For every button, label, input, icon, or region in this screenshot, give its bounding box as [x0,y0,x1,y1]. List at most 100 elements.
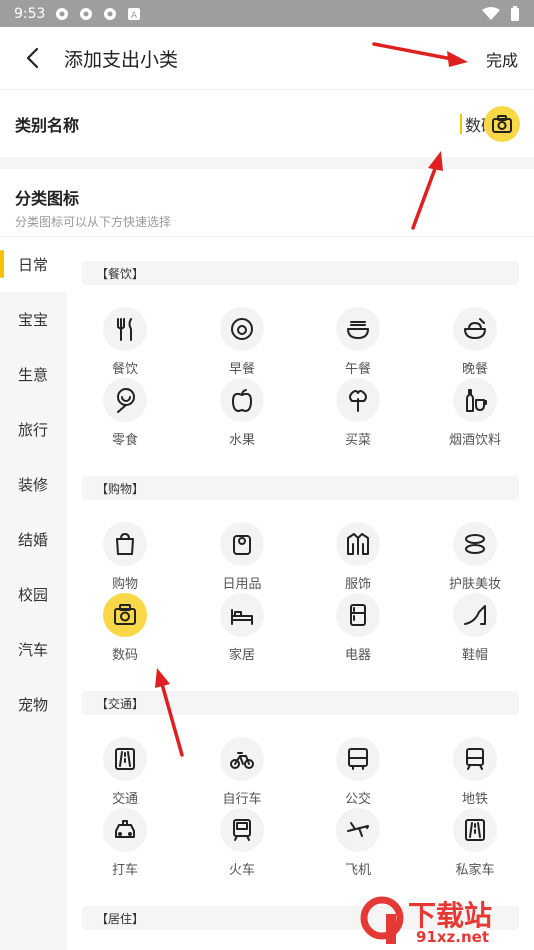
icon-label: 晚餐 [461,362,488,377]
chevron-left-icon [26,47,39,69]
icon-circle [103,808,147,852]
icon-label: 购物 [111,577,138,592]
taxi-icon [115,820,135,838]
category-sidebar: 日常 宝宝 生意 旅行 装修 结婚 校园 汽车 宠物 [0,237,67,950]
icon-label: 自行车 [222,792,262,807]
site-watermark: 下载站 91xz.net [356,892,534,950]
shopping-bag-icon [116,533,134,555]
category-icon-cell[interactable]: 数码 [80,593,170,663]
icon-circle [453,522,497,566]
category-icon-cell[interactable]: 烟酒饮料 [430,378,520,448]
wifi-icon [482,6,500,20]
icon-label: 护肤美妆 [448,577,501,592]
tissue-roll-icon [233,535,251,555]
icon-label: 飞机 [344,863,371,878]
category-icon-cell[interactable]: 零食 [80,378,170,448]
icon-label: 家居 [228,648,255,663]
fork-knife-icon [117,318,132,341]
category-icon-cell[interactable]: 公交 [313,737,403,807]
category-icon-cell[interactable]: 水果 [197,378,287,448]
sidebar-item-8[interactable]: 宠物 [0,677,67,732]
category-icon-cell[interactable]: 早餐 [197,307,287,377]
group-header: 【餐饮】 [82,261,519,285]
icon-circle [453,593,497,637]
custom-icon-button[interactable] [484,106,520,142]
icon-circle [103,522,147,566]
bottle-cup-icon [466,389,487,412]
category-icon-cell[interactable]: 买菜 [313,378,403,448]
category-icon-cell[interactable]: 交通 [80,737,170,807]
category-icon-cell[interactable]: 打车 [80,808,170,878]
category-icon-cell[interactable]: 飞机 [313,808,403,878]
sidebar-item-1[interactable]: 宝宝 [0,292,67,347]
top-app-bar: 添加支出小类 完成 [0,27,534,89]
icon-label: 买菜 [344,433,371,448]
category-icon-cell[interactable]: 午餐 [313,307,403,377]
icon-label: 公交 [344,792,371,807]
category-icon-cell[interactable]: 电器 [313,593,403,663]
sidebar-item-7[interactable]: 汽车 [0,622,67,677]
icon-label: 私家车 [455,863,495,878]
sidebar-item-4[interactable]: 装修 [0,457,67,512]
sidebar-item-5[interactable]: 结婚 [0,512,67,567]
icon-circle [220,522,264,566]
sidebar-item-0[interactable]: 日常 [0,237,67,292]
camera-icon [114,604,136,625]
back-button[interactable] [0,27,64,89]
sidebar-item-3[interactable]: 旅行 [0,402,67,457]
icon-label: 水果 [228,433,255,448]
icon-section-subtitle: 分类图标可以从下方快速选择 [15,215,172,229]
category-icon-cell[interactable]: 家居 [197,593,287,663]
subway-icon [466,748,484,770]
status-bar: 9:53 A [0,0,534,27]
app-notification-icon [104,7,117,20]
icon-label: 数码 [111,648,138,663]
bicycle-icon [230,752,254,769]
sidebar-item-2[interactable]: 生意 [0,347,67,402]
noodle-bowl-icon [347,321,369,339]
icon-circle [336,737,380,781]
category-name-row: 类别名称 [0,89,534,157]
icon-circle [103,737,147,781]
category-icon-cell[interactable]: 地铁 [430,737,520,807]
icon-label: 打车 [111,863,138,878]
vegetable-icon [349,390,367,412]
jacket-icon [347,533,369,555]
bus-icon [348,748,368,770]
icon-section-title: 分类图标 [15,189,80,208]
icon-circle [220,808,264,852]
icon-circle [453,808,497,852]
category-icon-cell[interactable]: 鞋帽 [430,593,520,663]
app-notification-icon [56,7,69,20]
icon-circle [336,307,380,351]
icon-label: 餐饮 [111,362,138,377]
icon-section-header: 分类图标 分类图标可以从下方快速选择 [0,169,534,237]
section-divider [0,157,534,169]
category-icon-cell[interactable]: 日用品 [197,522,287,592]
category-icon-cell[interactable]: 服饰 [313,522,403,592]
watermark-logo-icon [360,896,404,944]
text-cursor [460,114,462,134]
icon-label: 电器 [344,648,371,663]
icon-label: 鞋帽 [461,648,488,663]
icon-label: 火车 [228,863,255,878]
icon-circle [103,378,147,422]
icon-grid-area: 【餐饮】 餐饮 早餐 午餐 晚餐 零食 水果 买菜 烟酒饮料 【购物】 购物 日用品 服饰 护肤美妆 数码 家… [67,237,534,950]
done-button[interactable]: 完成 [486,47,518,71]
category-icon-cell[interactable]: 购物 [80,522,170,592]
category-icon-cell[interactable]: 火车 [197,808,287,878]
icon-label: 零食 [111,433,138,448]
icon-label: 午餐 [344,362,371,377]
category-icon-cell[interactable]: 护肤美妆 [430,522,520,592]
category-icon-cell[interactable]: 晚餐 [430,307,520,377]
category-icon-cell[interactable]: 私家车 [430,808,520,878]
sidebar-item-6[interactable]: 校园 [0,567,67,622]
icon-label: 交通 [111,792,138,807]
rice-bowl-icon [464,318,486,339]
icon-circle [220,378,264,422]
page-title: 添加支出小类 [64,48,179,71]
category-icon-cell[interactable]: 自行车 [197,737,287,807]
cosmetics-icon [465,534,485,554]
font-notification-icon: A [128,7,141,21]
category-icon-cell[interactable]: 餐饮 [80,307,170,377]
